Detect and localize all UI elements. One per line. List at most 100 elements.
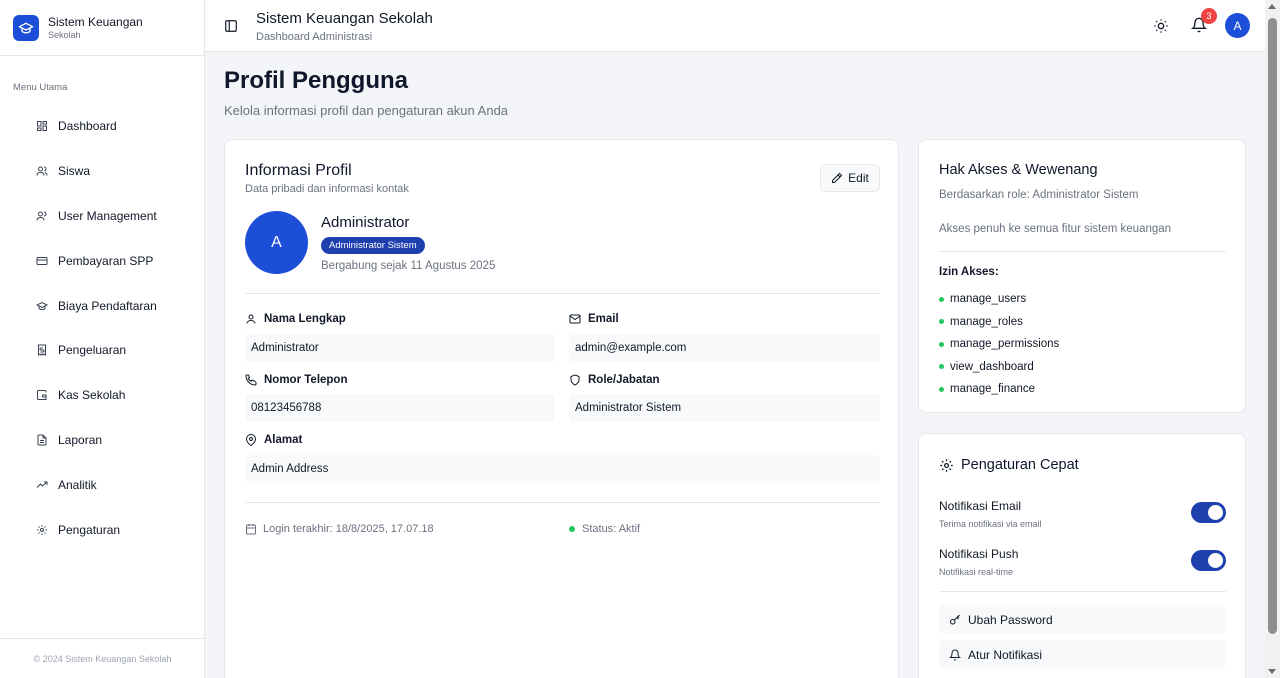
toggle-knob bbox=[1208, 505, 1223, 520]
quick-settings-card: Pengaturan Cepat Notifikasi Email Terima… bbox=[918, 433, 1246, 678]
sidebar-item-label: User Management bbox=[58, 208, 157, 223]
trending-up-icon bbox=[36, 481, 48, 488]
list-item: manage_finance bbox=[939, 378, 1059, 401]
list-item: manage_permissions bbox=[939, 333, 1059, 356]
graduation-cap-icon bbox=[36, 301, 48, 310]
brand[interactable]: Sistem Keuangan Sekolah bbox=[0, 0, 204, 56]
bullet-icon bbox=[939, 319, 944, 325]
last-login: Login terakhir: 18/8/2025, 17.07.18 bbox=[245, 523, 434, 535]
access-card-title: Hak Akses & Wewenang bbox=[939, 162, 1098, 178]
scrollbar[interactable] bbox=[1265, 0, 1280, 678]
permission-text: manage_roles bbox=[950, 315, 1023, 328]
sidebar-item-dashboard[interactable]: Dashboard bbox=[0, 104, 205, 149]
profile-card-description: Data pribadi dan informasi kontak bbox=[245, 183, 409, 195]
wallet-icon bbox=[37, 390, 47, 401]
sidebar-item-analitik[interactable]: Analitik bbox=[0, 462, 205, 507]
permission-text: manage_permissions bbox=[950, 338, 1060, 351]
sidebar-item-label: Pembayaran SPP bbox=[58, 253, 154, 268]
email-notification-title: Notifikasi Email bbox=[939, 499, 1022, 513]
users-icon bbox=[36, 166, 48, 176]
toggle-knob bbox=[1208, 553, 1223, 568]
sidebar-item-pembayaran-spp[interactable]: Pembayaran SPP bbox=[0, 238, 205, 283]
header-title: Sistem Keuangan Sekolah bbox=[256, 10, 433, 27]
sidebar-item-siswa[interactable]: Siswa bbox=[0, 149, 205, 194]
divider bbox=[245, 293, 880, 294]
email-field: admin@example.com bbox=[569, 334, 880, 362]
status-text: Status: Aktif bbox=[582, 523, 641, 535]
change-password-label: Ubah Password bbox=[968, 612, 1053, 627]
list-item: manage_users bbox=[939, 288, 1059, 311]
sidebar-item-laporan[interactable]: Laporan bbox=[0, 418, 205, 463]
list-item: view_dashboard bbox=[939, 356, 1059, 379]
bullet-icon bbox=[939, 296, 944, 302]
quick-settings-title: Pengaturan Cepat bbox=[961, 457, 1079, 473]
sidebar-item-pengeluaran[interactable]: Pengeluaran bbox=[0, 328, 205, 373]
page-title: Profil Pengguna bbox=[224, 67, 409, 94]
divider bbox=[245, 502, 880, 503]
permissions-list: manage_users manage_roles manage_permiss… bbox=[939, 288, 1059, 401]
status: Status: Aktif bbox=[569, 523, 640, 535]
sidebar-footer: © 2024 Sistem Keuangan Sekolah bbox=[0, 638, 205, 678]
sidebar-item-kas-sekolah[interactable]: Kas Sekolah bbox=[0, 373, 205, 418]
phone-field: 08123456788 bbox=[245, 394, 555, 422]
pencil-icon bbox=[832, 172, 843, 183]
profile-card: Informasi Profil Data pribadi dan inform… bbox=[224, 139, 899, 678]
sidebar-item-pengaturan[interactable]: Pengaturan bbox=[0, 507, 205, 552]
divider bbox=[939, 591, 1226, 592]
push-notification-title: Notifikasi Push bbox=[939, 547, 1019, 561]
edit-button[interactable]: Edit bbox=[820, 164, 880, 192]
sidebar-toggle-icon[interactable] bbox=[224, 19, 238, 33]
sidebar-item-label: Dashboard bbox=[58, 119, 117, 134]
calendar-icon bbox=[246, 524, 256, 535]
brand-subtitle: Sekolah bbox=[48, 29, 81, 40]
notification-settings-label: Atur Notifikasi bbox=[968, 647, 1043, 662]
menu-section-label: Menu Utama bbox=[13, 82, 68, 93]
email-notification-desc: Terima notifikasi via email bbox=[939, 519, 1042, 529]
header-subtitle: Dashboard Administrasi bbox=[256, 31, 373, 43]
email-notification-toggle[interactable] bbox=[1191, 502, 1226, 523]
sidebar-item-biaya-pendaftaran[interactable]: Biaya Pendaftaran bbox=[0, 283, 205, 328]
sidebar-item-user-management[interactable]: User Management bbox=[0, 194, 205, 239]
permissions-label: Izin Akses: bbox=[939, 266, 999, 278]
change-password-button[interactable]: Ubah Password bbox=[939, 605, 1226, 634]
field-label-text: Nama Lengkap bbox=[264, 313, 346, 325]
push-notification-desc: Notifikasi real-time bbox=[939, 567, 1014, 577]
notification-settings-button[interactable]: Atur Notifikasi bbox=[939, 640, 1226, 669]
sidebar-item-label: Biaya Pendaftaran bbox=[58, 298, 157, 313]
access-role-line: Berdasarkan role: Administrator Sistem bbox=[939, 189, 1139, 201]
sidebar-menu: Dashboard Siswa User Management Pembayar… bbox=[0, 104, 205, 552]
avatar[interactable]: A bbox=[1225, 13, 1250, 38]
sun-icon[interactable] bbox=[1153, 18, 1169, 34]
last-login-text: Login terakhir: 18/8/2025, 17.07.18 bbox=[263, 523, 434, 535]
full-name-field: Administrator bbox=[245, 334, 555, 362]
scroll-up-arrow-icon[interactable] bbox=[1268, 4, 1276, 9]
top-header: Sistem Keuangan Sekolah Dashboard Admini… bbox=[205, 0, 1265, 52]
permission-text: manage_finance bbox=[950, 383, 1036, 396]
page-subtitle: Kelola informasi profil dan pengaturan a… bbox=[224, 103, 509, 118]
divider bbox=[939, 251, 1226, 252]
full-name-label: Nama Lengkap bbox=[245, 313, 346, 325]
role-field: Administrator Sistem bbox=[569, 394, 880, 422]
quick-settings-header: Pengaturan Cepat bbox=[939, 457, 1079, 473]
profile-name: Administrator bbox=[321, 214, 410, 231]
scrollbar-thumb[interactable] bbox=[1268, 18, 1277, 634]
role-badge: Administrator Sistem bbox=[321, 237, 425, 254]
shield-icon bbox=[570, 374, 580, 386]
push-notification-toggle[interactable] bbox=[1191, 550, 1226, 571]
user-management-icon bbox=[36, 211, 47, 221]
mail-icon bbox=[569, 314, 581, 324]
joined-date: Bergabung sejak 11 Agustus 2025 bbox=[321, 260, 496, 272]
sidebar-item-label: Analitik bbox=[58, 477, 97, 492]
sidebar-item-label: Pengeluaran bbox=[58, 343, 127, 358]
file-text-icon bbox=[37, 434, 47, 446]
access-description: Akses penuh ke semua fitur sistem keuang… bbox=[939, 223, 1172, 235]
status-dot-icon bbox=[569, 526, 575, 532]
notification-badge: 3 bbox=[1201, 8, 1217, 24]
graduation-cap-logo-icon bbox=[13, 14, 39, 41]
address-field: Admin Address bbox=[245, 455, 880, 483]
field-label-text: Email bbox=[588, 313, 619, 325]
bell-icon bbox=[949, 649, 961, 660]
bullet-icon bbox=[939, 364, 944, 370]
bullet-icon bbox=[939, 386, 944, 392]
scroll-down-arrow-icon[interactable] bbox=[1268, 669, 1276, 674]
